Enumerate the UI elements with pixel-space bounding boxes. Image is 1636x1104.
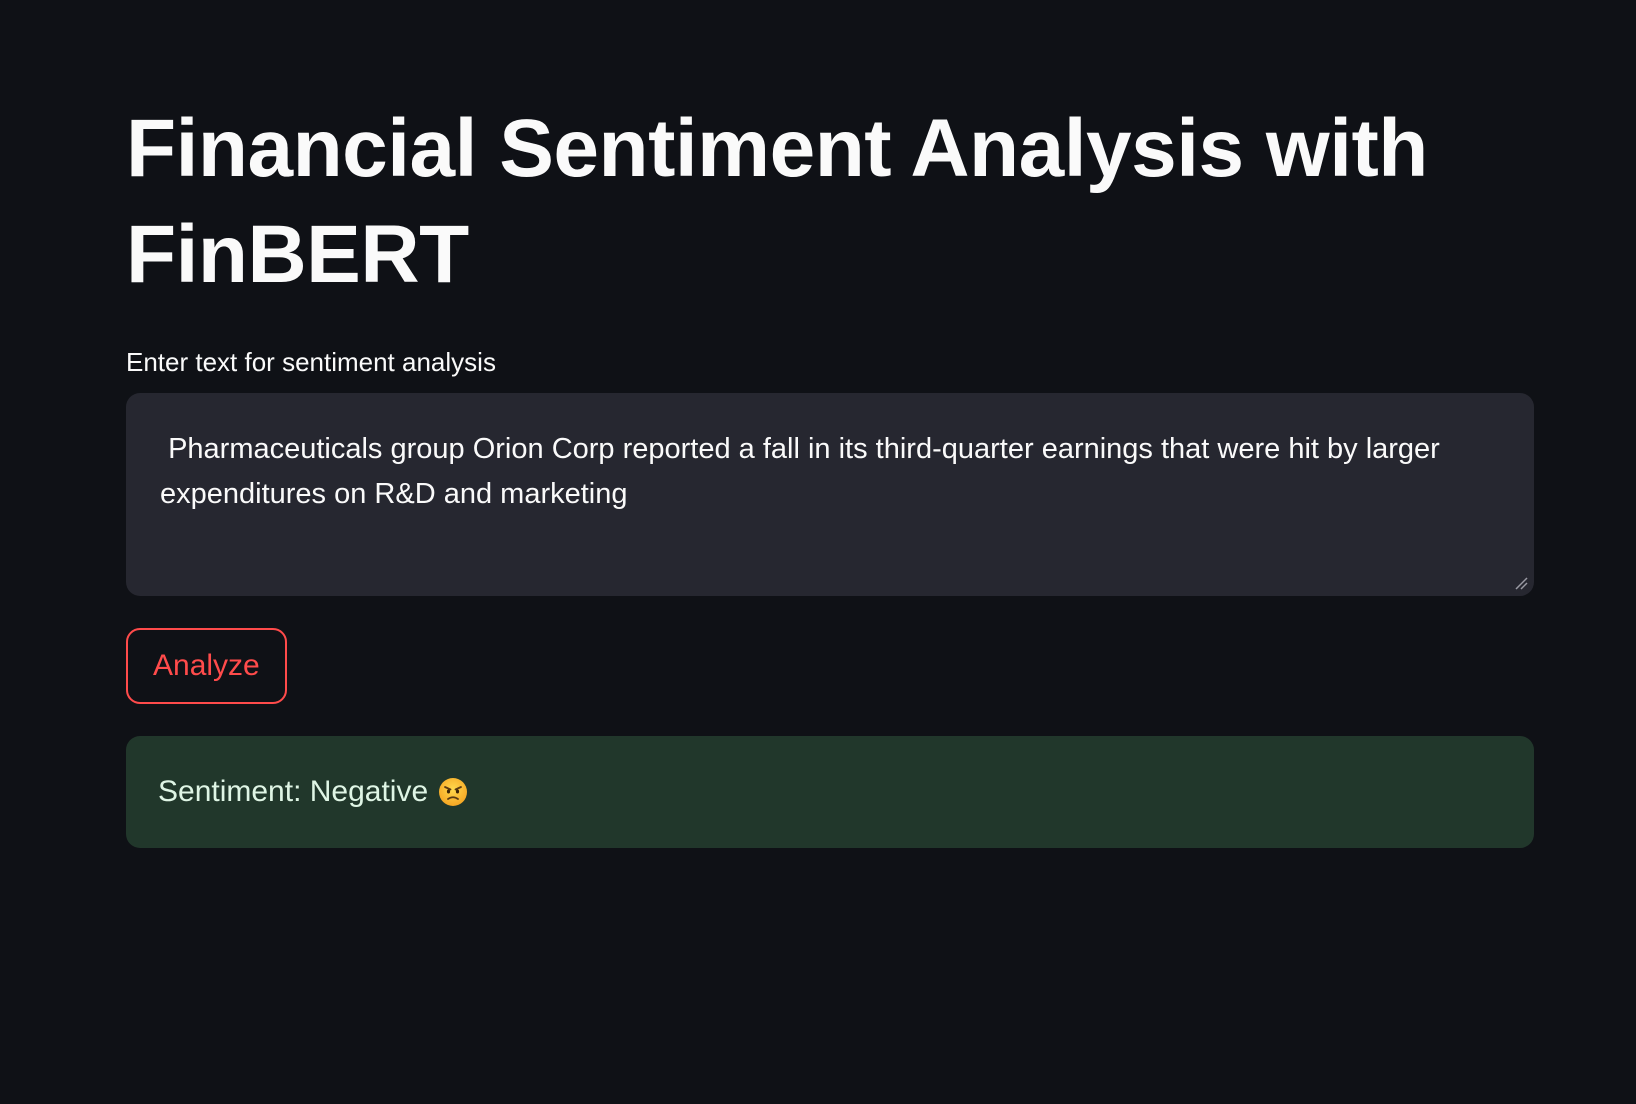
text-input-label: Enter text for sentiment analysis: [126, 347, 496, 377]
text-input-area[interactable]: Pharmaceuticals group Orion Corp reporte…: [126, 393, 1534, 596]
sentiment-result-text: Sentiment: Negative: [158, 775, 429, 808]
resize-handle-icon[interactable]: [1514, 576, 1528, 590]
sentiment-result: Sentiment: Negative: [158, 770, 468, 814]
page-title: Financial Sentiment Analysis with FinBER…: [126, 103, 1428, 300]
sentiment-result-box: Sentiment: Negative: [126, 736, 1534, 848]
analyze-button[interactable]: Analyze: [126, 628, 287, 704]
angry-face-icon: [439, 778, 468, 806]
text-input-value[interactable]: Pharmaceuticals group Orion Corp reporte…: [160, 427, 1500, 576]
